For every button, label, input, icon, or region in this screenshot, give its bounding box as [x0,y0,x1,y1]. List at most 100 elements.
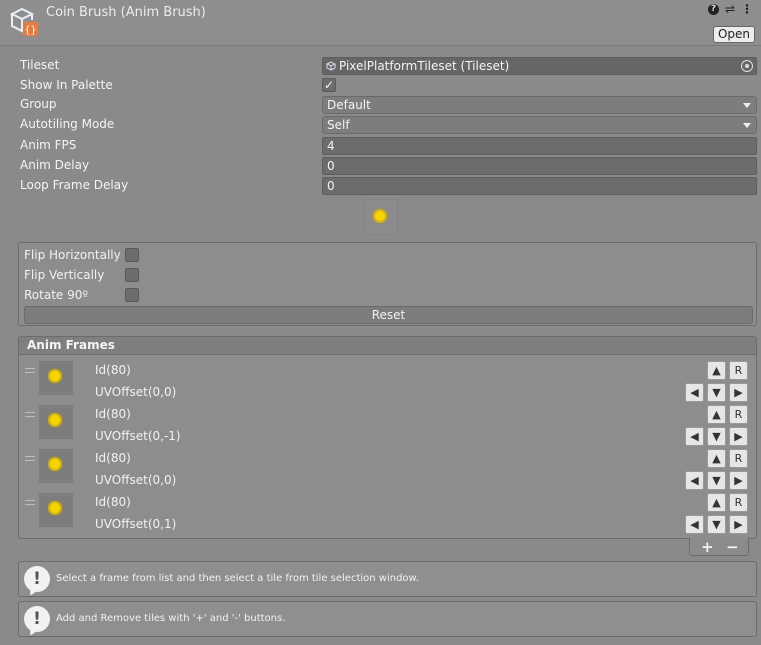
dropdown-arrow-icon [743,103,751,108]
anim-delay-row: Anim Delay 0 [20,157,757,175]
flip-vertically-label: Flip Vertically [24,268,105,282]
reset-frame-button[interactable]: R [729,449,748,468]
reset-frame-button[interactable]: R [729,405,748,424]
right-arrow-button[interactable]: ▶ [729,471,748,490]
down-arrow-button[interactable]: ▼ [707,471,726,490]
autotiling-row: Autotiling Mode Self [20,116,757,134]
autotiling-dropdown[interactable]: Self [322,116,757,134]
help-box-add-remove: ! Add and Remove tiles with '+' and '-' … [18,601,757,637]
anim-frames-header: Anim Frames [19,337,756,355]
svg-text:{}: {} [24,25,36,36]
tileset-label: Tileset [20,58,60,72]
brush-preview [364,199,398,235]
info-icon: ! [24,606,50,632]
group-row: Group Default [20,96,757,114]
reset-frame-button[interactable]: R [729,361,748,380]
loop-frame-delay-label: Loop Frame Delay [20,178,129,192]
group-dropdown[interactable]: Default [322,96,757,114]
reset-frame-button[interactable]: R [729,493,748,512]
info-icon: ! [24,566,50,592]
help-message: Select a frame from list and then select… [56,573,419,584]
flip-horizontally-label: Flip Horizontally [24,248,121,262]
frame-uv-offset: UVOffset(0,-1) [95,429,181,443]
down-arrow-button[interactable]: ▼ [707,515,726,534]
drag-handle-icon[interactable] [25,456,35,461]
show-in-palette-checkbox[interactable]: ✓ [322,78,336,92]
flip-horizontally-row: Flip Horizontally [24,248,121,264]
frame-id: Id(80) [95,495,131,509]
autotiling-value: Self [327,118,350,132]
anim-fps-label: Anim FPS [20,138,77,152]
tileset-asset-icon [326,61,336,71]
list-add-remove-footer: + − [689,538,749,556]
left-arrow-button[interactable]: ◀ [685,383,704,402]
tileset-field[interactable]: PixelPlatformTileset (Tileset) [322,57,757,75]
open-button[interactable]: Open [713,26,755,43]
more-options-icon[interactable]: ⋮ [741,3,753,15]
add-frame-button[interactable]: + [701,538,714,556]
flip-horizontally-checkbox[interactable] [125,248,139,262]
object-picker-icon[interactable] [741,60,753,72]
reset-button[interactable]: Reset [24,306,753,324]
up-arrow-button[interactable]: ▲ [707,449,726,468]
show-in-palette-label: Show In Palette [20,78,113,92]
drag-handle-icon[interactable] [25,412,35,417]
anim-fps-row: Anim FPS 4 [20,137,757,155]
up-arrow-button[interactable]: ▲ [707,361,726,380]
brush-asset-icon: {} [9,7,38,36]
right-arrow-button[interactable]: ▶ [729,515,748,534]
list-item[interactable]: Id(80) UVOffset(0,0) ▲ R ◀ ▼ ▶ [19,449,756,493]
tileset-row: Tileset PixelPlatformTileset (Tileset) [20,57,757,75]
show-in-palette-row: Show In Palette ✓ [20,77,757,95]
up-arrow-button[interactable]: ▲ [707,493,726,512]
down-arrow-button[interactable]: ▼ [707,427,726,446]
coin-tile-icon [48,457,62,471]
right-arrow-button[interactable]: ▶ [729,383,748,402]
group-value: Default [327,98,371,112]
loop-frame-delay-row: Loop Frame Delay 0 [20,177,757,195]
coin-tile-icon [373,209,387,223]
frame-id: Id(80) [95,451,131,465]
anim-fps-input[interactable]: 4 [322,137,757,155]
frame-uv-offset: UVOffset(0,1) [95,517,177,531]
down-arrow-button[interactable]: ▼ [707,383,726,402]
left-arrow-button[interactable]: ◀ [685,471,704,490]
frame-id: Id(80) [95,363,131,377]
tileset-value: PixelPlatformTileset (Tileset) [339,59,510,73]
group-label: Group [20,97,57,111]
frame-thumbnail [39,449,73,483]
dropdown-arrow-icon [743,123,751,128]
list-item[interactable]: Id(80) UVOffset(0,1) ▲ R ◀ ▼ ▶ [19,493,756,537]
frame-uv-offset: UVOffset(0,0) [95,473,177,487]
loop-frame-delay-input[interactable]: 0 [322,177,757,195]
flip-vertically-checkbox[interactable] [125,268,139,282]
list-item[interactable]: Id(80) UVOffset(0,-1) ▲ R ◀ ▼ ▶ [19,405,756,449]
autotiling-label: Autotiling Mode [20,117,115,131]
coin-tile-icon [48,501,62,515]
anim-delay-label: Anim Delay [20,158,90,172]
drag-handle-icon[interactable] [25,368,35,373]
anim-delay-input[interactable]: 0 [322,157,757,175]
frame-thumbnail [39,493,73,527]
anim-frames-list: Anim Frames Id(80) UVOffset(0,0) ▲ R ◀ ▼… [18,336,757,539]
list-item[interactable]: Id(80) UVOffset(0,0) ▲ R ◀ ▼ ▶ [19,361,756,405]
frame-uv-offset: UVOffset(0,0) [95,385,177,399]
left-arrow-button[interactable]: ◀ [685,427,704,446]
coin-tile-icon [48,369,62,383]
right-arrow-button[interactable]: ▶ [729,427,748,446]
preset-icon[interactable]: ⇌ [725,3,735,15]
rotate-90-checkbox[interactable] [125,288,139,302]
help-message: Add and Remove tiles with '+' and '-' bu… [56,613,286,624]
help-icon[interactable]: ? [707,4,719,15]
flip-options-box: Flip Horizontally Flip Vertically Rotate… [18,242,757,326]
inspector-title: Coin Brush (Anim Brush) [46,5,206,20]
left-arrow-button[interactable]: ◀ [685,515,704,534]
up-arrow-button[interactable]: ▲ [707,405,726,424]
frame-thumbnail [39,361,73,395]
remove-frame-button[interactable]: − [726,538,739,556]
help-box-select-frame: ! Select a frame from list and then sele… [18,561,757,597]
rotate-90-label: Rotate 90º [24,288,89,302]
inspector-header: {} Coin Brush (Anim Brush) ? ⇌ ⋮ Open [0,0,761,46]
drag-handle-icon[interactable] [25,500,35,505]
coin-tile-icon [48,413,62,427]
